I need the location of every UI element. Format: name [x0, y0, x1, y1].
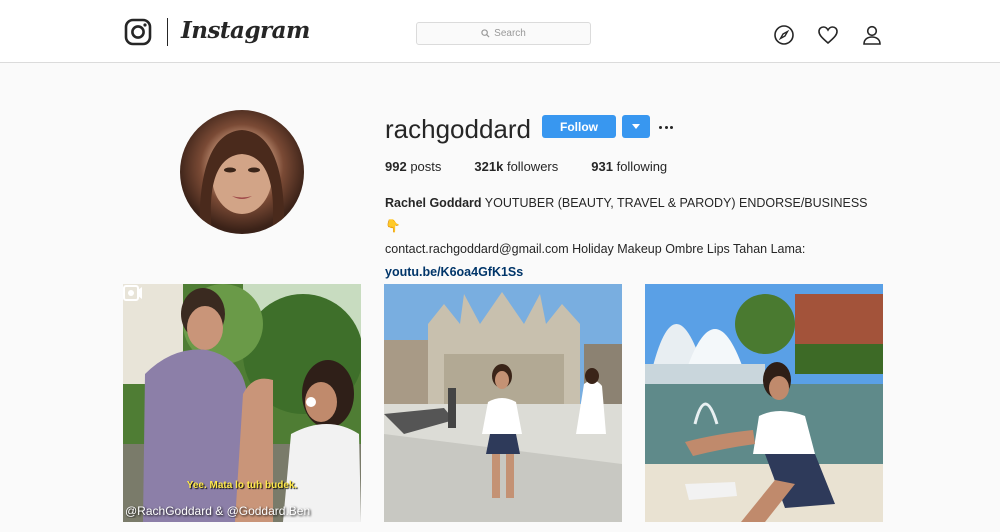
posts-label: posts [410, 159, 442, 174]
post-thumbnail[interactable] [384, 284, 622, 522]
followers-label: followers [506, 159, 559, 174]
posts-count: 992 [385, 159, 407, 174]
following-stat[interactable]: 931 following [591, 159, 667, 174]
search-icon [481, 29, 490, 38]
followers-count: 321k [474, 159, 504, 174]
heart-icon[interactable] [817, 24, 839, 46]
search-input[interactable]: Search [416, 22, 591, 45]
bio-link[interactable]: youtu.be/K6oa4GfK1Ss [385, 261, 885, 284]
follow-button[interactable]: Follow [542, 115, 616, 138]
compass-icon[interactable] [773, 24, 795, 46]
bio-line-1: Rachel Goddard YOUTUBER (BEAUTY, TRAVEL … [385, 192, 885, 238]
post-image [645, 284, 883, 522]
search-placeholder: Search [494, 28, 526, 39]
profile-bio: Rachel Goddard YOUTUBER (BEAUTY, TRAVEL … [385, 192, 885, 284]
video-icon [123, 285, 142, 301]
post-image [384, 284, 622, 522]
avatar-photo [199, 130, 285, 234]
chevron-down-icon [632, 124, 640, 129]
post-thumbnail[interactable] [645, 284, 883, 522]
following-count: 931 [591, 159, 613, 174]
more-dot-icon [670, 125, 673, 129]
profile-stats: 992 posts 321k followers 931 following [385, 159, 700, 174]
instagram-wordmark[interactable]: Instagram [181, 17, 310, 44]
profile-username: rachgoddard [385, 114, 531, 144]
user-icon[interactable] [861, 24, 883, 46]
more-options-button[interactable] [659, 117, 673, 137]
more-dot-icon [659, 125, 662, 129]
followers-stat[interactable]: 321k followers [474, 159, 558, 174]
post-thumbnail[interactable]: Yee. Mata lo tuh budek. @RachGoddard & @… [123, 284, 361, 522]
post-subtitle: Yee. Mata lo tuh budek. [186, 480, 298, 491]
profile-avatar[interactable] [180, 110, 304, 234]
logo-divider [167, 18, 168, 46]
top-nav: Instagram Search [0, 0, 1000, 63]
suggestions-dropdown-button[interactable] [622, 115, 650, 138]
profile-full-name: Rachel Goddard [385, 196, 482, 210]
bio-line-2: contact.rachgoddard@gmail.com Holiday Ma… [385, 242, 806, 256]
posts-stat: 992 posts [385, 159, 441, 174]
post-watermark: @RachGoddard & @Goddard.Ben [125, 504, 311, 518]
more-dot-icon [664, 125, 668, 129]
instagram-logo-icon[interactable] [124, 18, 152, 46]
following-label: following [616, 159, 668, 174]
